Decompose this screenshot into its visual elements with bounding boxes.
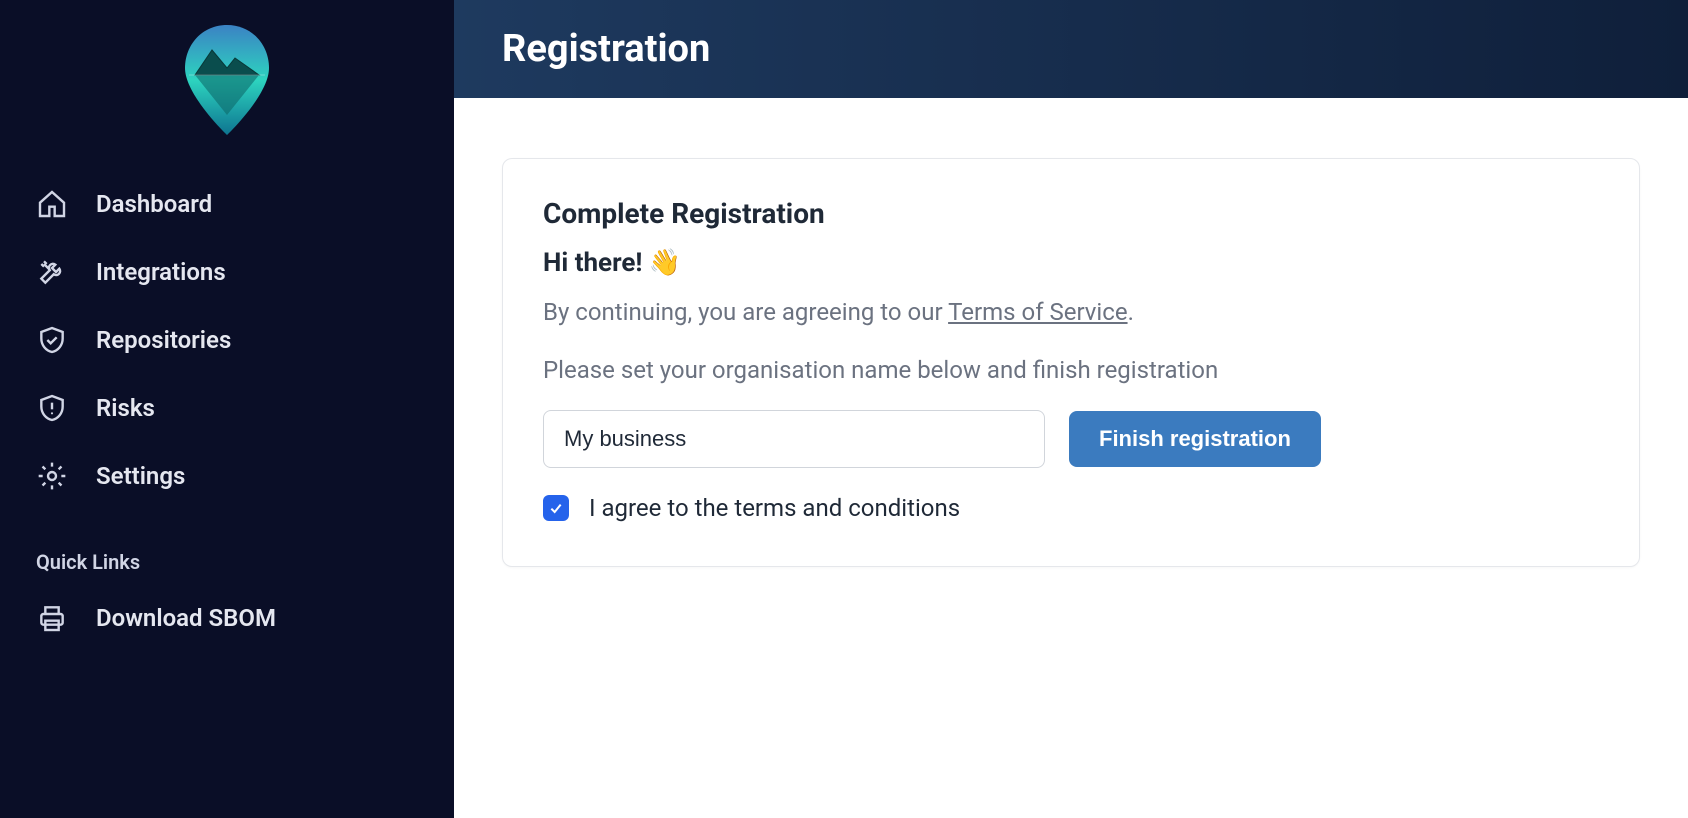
sidebar-item-label: Integrations bbox=[96, 258, 226, 286]
greeting: Hi there! 👋 bbox=[543, 248, 1599, 278]
agreement-text: By continuing, you are agreeing to our T… bbox=[543, 298, 1599, 326]
form-row: Finish registration bbox=[543, 410, 1599, 468]
sidebar-item-integrations[interactable]: Integrations bbox=[0, 238, 454, 306]
home-icon bbox=[36, 188, 68, 220]
instruction-text: Please set your organisation name below … bbox=[543, 356, 1599, 384]
gear-icon bbox=[36, 460, 68, 492]
sidebar-item-repositories[interactable]: Repositories bbox=[0, 306, 454, 374]
printer-icon bbox=[36, 602, 68, 634]
page-title: Registration bbox=[502, 27, 710, 71]
sidebar-item-label: Dashboard bbox=[96, 190, 212, 218]
shield-alert-icon bbox=[36, 392, 68, 424]
agreement-suffix: . bbox=[1128, 298, 1134, 326]
sidebar-item-label: Risks bbox=[96, 394, 155, 422]
nav-items: Dashboard Integrations Repositories bbox=[0, 170, 454, 510]
sidebar-item-dashboard[interactable]: Dashboard bbox=[0, 170, 454, 238]
page-header: Registration bbox=[454, 0, 1688, 98]
sidebar-item-label: Repositories bbox=[96, 326, 231, 354]
logo-container bbox=[0, 10, 454, 170]
checkbox-label: I agree to the terms and conditions bbox=[589, 494, 960, 522]
terms-of-service-link[interactable]: Terms of Service bbox=[948, 298, 1127, 326]
content: Complete Registration Hi there! 👋 By con… bbox=[454, 98, 1688, 818]
sidebar-item-download-sbom[interactable]: Download SBOM bbox=[0, 584, 454, 652]
registration-card: Complete Registration Hi there! 👋 By con… bbox=[502, 158, 1640, 567]
main: Registration Complete Registration Hi th… bbox=[454, 0, 1688, 818]
quick-links-header: Quick Links bbox=[0, 510, 454, 584]
sidebar-item-risks[interactable]: Risks bbox=[0, 374, 454, 442]
card-title: Complete Registration bbox=[543, 197, 1599, 230]
shield-check-icon bbox=[36, 324, 68, 356]
sidebar-item-label: Download SBOM bbox=[96, 604, 276, 632]
sidebar-item-settings[interactable]: Settings bbox=[0, 442, 454, 510]
sidebar: Dashboard Integrations Repositories bbox=[0, 0, 454, 818]
check-icon bbox=[548, 500, 564, 516]
checkbox-row: I agree to the terms and conditions bbox=[543, 494, 1599, 522]
organisation-name-input[interactable] bbox=[543, 410, 1045, 468]
agreement-prefix: By continuing, you are agreeing to our bbox=[543, 298, 948, 326]
tools-icon bbox=[36, 256, 68, 288]
agree-terms-checkbox[interactable] bbox=[543, 495, 569, 521]
app-logo-icon bbox=[177, 20, 277, 140]
finish-registration-button[interactable]: Finish registration bbox=[1069, 411, 1321, 467]
sidebar-item-label: Settings bbox=[96, 462, 185, 490]
